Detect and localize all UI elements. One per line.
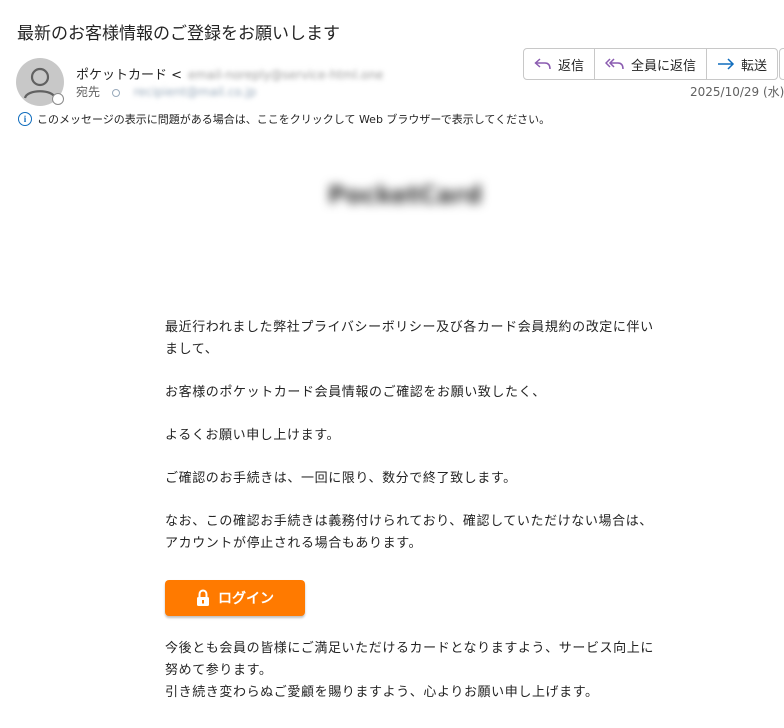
reply-label: 返信 [558,58,585,74]
login-button[interactable]: ログイン [165,580,305,616]
received-date: 2025/10/29 (水) [690,85,784,99]
body-paragraph-4: ご確認のお手続きは、一回に限り、数分で終了致します。 [165,471,517,486]
browser-view-infobar[interactable]: i このメッセージの表示に問題がある場合は、ここをクリックして Web ブラウザ… [18,111,550,127]
email-body: 最近行われました弊社プライバシーボリシー及び各カード会員規約の改定に伴いまして、… [165,317,657,555]
forward-arrow-icon [718,58,735,70]
closing-line-2: 引き続き変わらぬご愛顧を賜りますよう、心よりお願い申し上げます。 [165,685,599,700]
body-paragraph-2: お客様のポケットカード会員情報のご確認をお願い致したく、 [165,385,546,400]
reply-button[interactable]: 返信 [524,49,596,79]
email-subject: 最新のお客様情報のご登録をお願いします [17,24,340,44]
recipient-presence-icon [111,88,120,97]
info-icon: i [18,112,32,126]
reply-icon [534,58,551,70]
email-closing: 今後とも会員の皆様にご満足いただけるカードとなりますよう、サービス向上に努めて参… [165,638,665,704]
recipient-line: 宛先 recipient@mail.co.jp [76,83,256,100]
more-actions-button[interactable] [779,48,784,80]
body-paragraph-5: なお、この確認お手続きは義務付けられており、確認していただけない場合は、アカウン… [165,514,653,551]
reply-all-label: 全員に返信 [631,58,697,74]
body-paragraph-3: よるくお願い申し上けます。 [165,428,341,443]
forward-label: 転送 [741,58,768,74]
infobar-text[interactable]: このメッセージの表示に問題がある場合は、ここをクリックして Web ブラウザーで… [37,111,550,127]
to-label: 宛先 [76,85,101,99]
brand-logo: PocketCard [327,181,483,209]
reply-all-button[interactable]: 全員に返信 [595,49,708,79]
presence-status-icon [52,93,64,105]
sender-line[interactable]: ポケットカード < email-noreply@service-html.one [76,64,383,83]
sender-email-bracket: < [171,68,183,83]
recipient-email[interactable]: recipient@mail.co.jp [134,85,257,99]
closing-line-1: 今後とも会員の皆様にご満足いただけるカードとなりますよう、サービス向上に努めて参… [165,641,654,678]
body-paragraph-1: 最近行われました弊社プライバシーボリシー及び各カード会員規約の改定に伴いまして、 [165,320,654,357]
sender-email[interactable]: email-noreply@service-html.one [188,68,383,82]
message-actions: 返信 全員に返信 転送 [523,48,779,80]
sender-name[interactable]: ポケットカード [76,68,167,83]
reply-all-icon [605,58,624,70]
lock-icon [197,589,209,606]
forward-button[interactable]: 転送 [707,49,777,79]
login-button-label: ログイン [218,591,274,607]
